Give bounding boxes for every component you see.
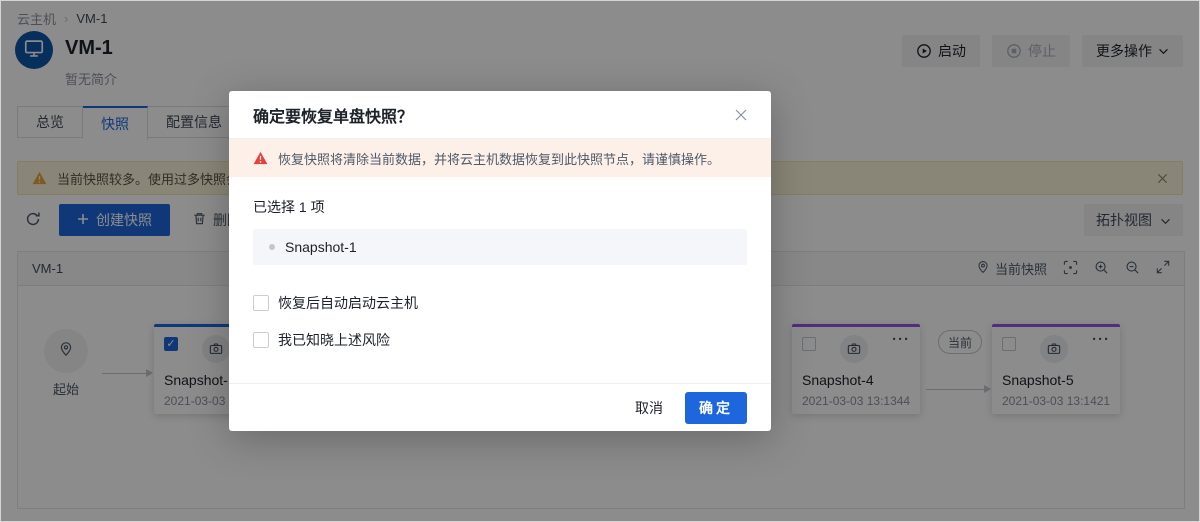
modal-body: 已选择 1 项 Snapshot-1 恢复后自动启动云主机 我已知晓上述风险	[229, 177, 771, 350]
selected-snapshot-row: Snapshot-1	[253, 229, 747, 265]
close-icon[interactable]	[735, 109, 747, 121]
risk-checkbox-label: 我已知晓上述风险	[278, 330, 390, 350]
restore-snapshot-modal: 确定要恢复单盘快照？ 恢复快照将清除当前数据，并将云主机数据恢复到此快照节点，请…	[229, 91, 771, 431]
modal-footer: 取消 确定	[229, 383, 771, 431]
selected-snapshot-name: Snapshot-1	[285, 239, 357, 255]
modal-header: 确定要恢复单盘快照？	[229, 91, 771, 139]
modal-warning-alert: 恢复快照将清除当前数据，并将云主机数据恢复到此快照节点，请谨慎操作。	[229, 139, 771, 177]
autostart-checkbox-row[interactable]: 恢复后自动启动云主机	[253, 293, 747, 313]
autostart-checkbox-label: 恢复后自动启动云主机	[278, 293, 418, 313]
selected-count-label: 已选择 1 项	[253, 197, 747, 217]
risk-checkbox-row[interactable]: 我已知晓上述风险	[253, 330, 747, 350]
cancel-button[interactable]: 取消	[635, 398, 663, 418]
confirm-button[interactable]: 确定	[685, 392, 747, 424]
autostart-checkbox[interactable]	[253, 295, 269, 311]
alert-triangle-icon	[253, 151, 268, 165]
bullet-dot	[269, 244, 275, 250]
page: 云主机 › VM-1 VM-1 暂无简介 启动 停止 更多操作 总览 快照 配置…	[0, 0, 1200, 522]
modal-title: 确定要恢复单盘快照？	[253, 103, 735, 127]
alert-text: 恢复快照将清除当前数据，并将云主机数据恢复到此快照节点，请谨慎操作。	[278, 149, 720, 168]
risk-checkbox[interactable]	[253, 332, 269, 348]
